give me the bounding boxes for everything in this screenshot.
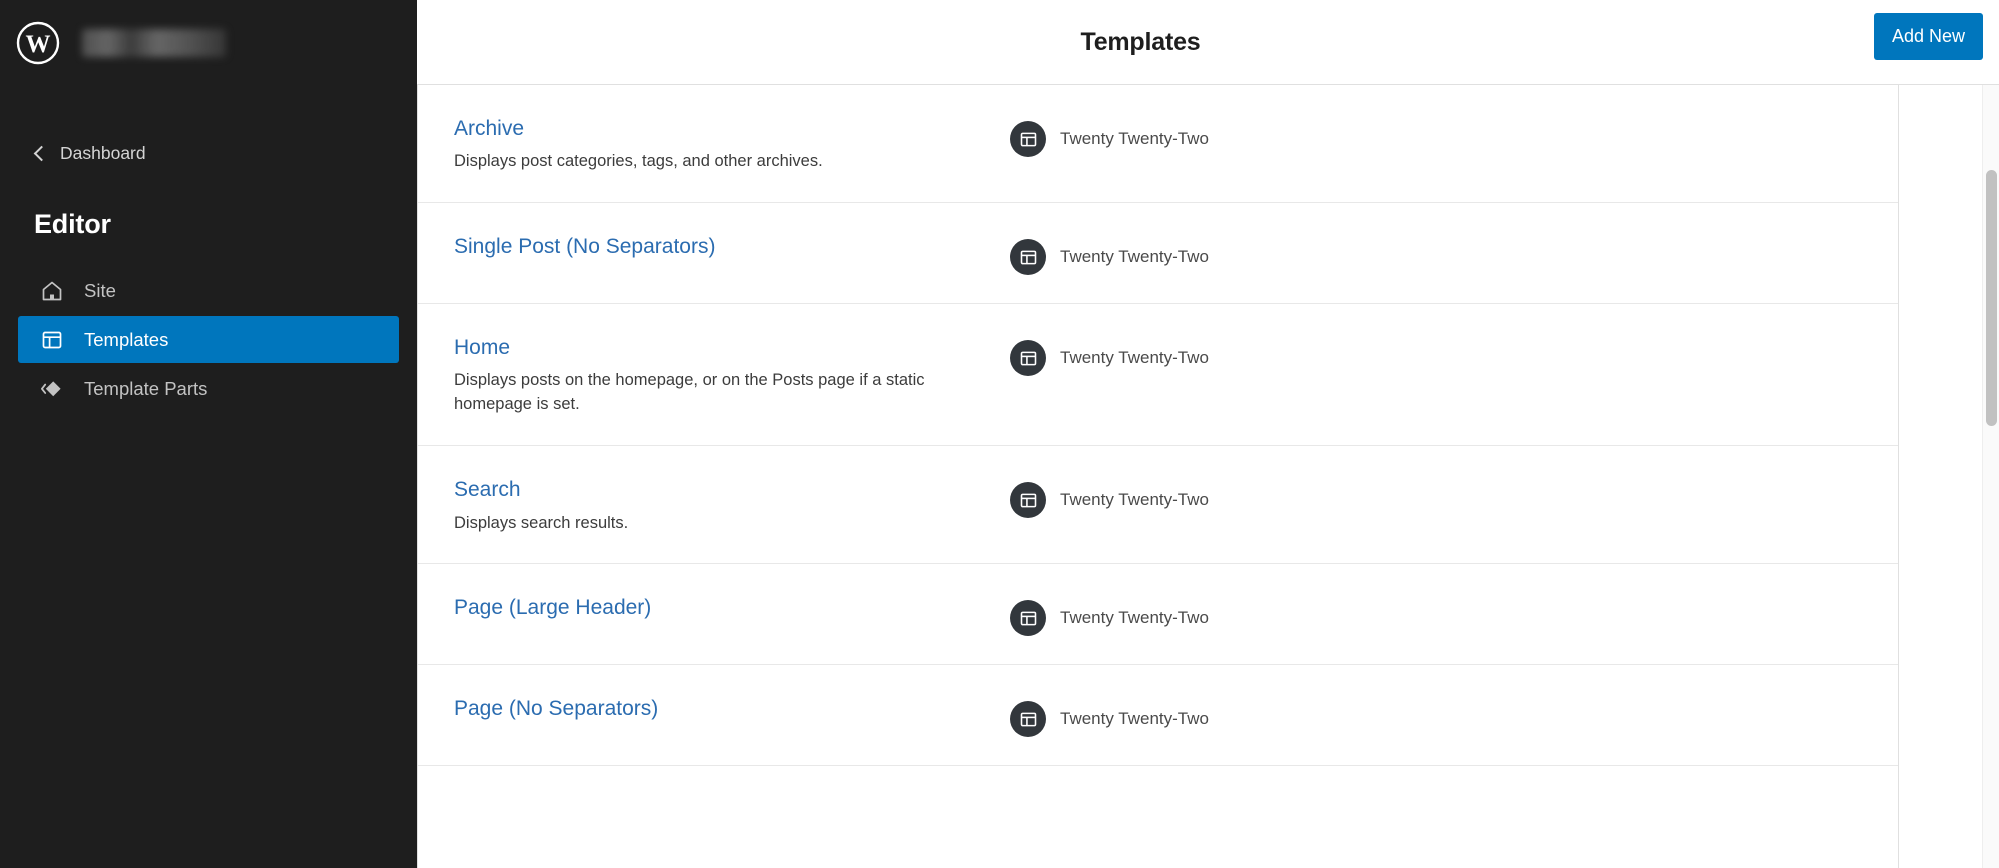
sidebar-nav: Site Templates Template Parts bbox=[0, 267, 417, 412]
template-info: Page (No Separators) bbox=[418, 693, 1010, 722]
theme-template-icon bbox=[1010, 239, 1046, 276]
editor-heading: Editor bbox=[34, 209, 111, 239]
template-info: Single Post (No Separators) bbox=[418, 231, 1010, 260]
theme-template-icon bbox=[1010, 340, 1046, 377]
list-left-rail bbox=[417, 85, 418, 868]
template-theme: Twenty Twenty-Two bbox=[1010, 474, 1209, 519]
theme-template-icon bbox=[1010, 701, 1046, 738]
page-header: Templates Add New bbox=[417, 0, 1999, 85]
site-editor-screen: W Dashboard Editor Site Templates Templa… bbox=[0, 0, 1999, 868]
chevron-left-icon bbox=[33, 145, 50, 161]
templates-content-area: Archive Displays post categories, tags, … bbox=[417, 85, 1999, 868]
sidebar-item-label: Templates bbox=[84, 328, 169, 350]
sidebar-item-label: Site bbox=[84, 279, 116, 301]
sidebar-item-templates[interactable]: Templates bbox=[18, 316, 399, 363]
template-description: Displays posts on the homepage, or on th… bbox=[454, 371, 925, 414]
template-layout-icon bbox=[40, 328, 64, 352]
theme-name: Twenty Twenty-Two bbox=[1060, 348, 1209, 368]
template-theme: Twenty Twenty-Two bbox=[1010, 693, 1209, 738]
template-title-link[interactable]: Page (No Separators) bbox=[454, 696, 658, 722]
templates-list-wrap: Archive Displays post categories, tags, … bbox=[417, 85, 1899, 868]
table-row[interactable]: Archive Displays post categories, tags, … bbox=[418, 85, 1898, 204]
table-row[interactable]: Home Displays posts on the homepage, or … bbox=[418, 304, 1898, 447]
site-name-redacted bbox=[82, 28, 226, 57]
templates-list: Archive Displays post categories, tags, … bbox=[417, 85, 1898, 767]
theme-name: Twenty Twenty-Two bbox=[1060, 709, 1209, 729]
template-description: Displays post categories, tags, and othe… bbox=[454, 152, 823, 171]
template-parts-icon bbox=[40, 377, 64, 401]
theme-name: Twenty Twenty-Two bbox=[1060, 247, 1209, 267]
editor-sidebar: W Dashboard Editor Site Templates Templa… bbox=[0, 0, 417, 868]
template-info: Home Displays posts on the homepage, or … bbox=[418, 332, 1010, 417]
template-info: Search Displays search results. bbox=[418, 474, 1010, 535]
theme-template-icon bbox=[1010, 600, 1046, 637]
table-row[interactable]: Search Displays search results. Twenty T… bbox=[418, 446, 1898, 565]
table-row[interactable]: Page (Large Header) Twenty Twenty-Two bbox=[418, 564, 1898, 666]
right-gutter bbox=[1899, 85, 1999, 868]
theme-template-icon bbox=[1010, 121, 1046, 157]
add-new-button[interactable]: Add New bbox=[1873, 13, 1983, 60]
sidebar-item-site[interactable]: Site bbox=[18, 267, 399, 314]
vertical-scrollbar[interactable] bbox=[1982, 85, 1999, 868]
page-title: Templates bbox=[1080, 27, 1201, 56]
template-title-link[interactable]: Page (Large Header) bbox=[454, 595, 651, 621]
template-title-link[interactable]: Home bbox=[454, 335, 510, 361]
sidebar-item-label: Template Parts bbox=[84, 377, 208, 399]
theme-name: Twenty Twenty-Two bbox=[1060, 490, 1209, 510]
sidebar-item-template-parts[interactable]: Template Parts bbox=[18, 365, 399, 412]
template-theme: Twenty Twenty-Two bbox=[1010, 592, 1209, 637]
theme-template-icon bbox=[1010, 482, 1046, 519]
theme-name: Twenty Twenty-Two bbox=[1060, 608, 1209, 628]
main-panel: Templates Add New Archive Displays post … bbox=[417, 0, 1999, 868]
template-description: Displays search results. bbox=[454, 513, 629, 532]
template-title-link[interactable]: Single Post (No Separators) bbox=[454, 234, 715, 260]
dashboard-back-link[interactable]: Dashboard bbox=[0, 133, 417, 173]
template-theme: Twenty Twenty-Two bbox=[1010, 231, 1209, 276]
dashboard-label: Dashboard bbox=[60, 142, 146, 163]
scrollbar-thumb[interactable] bbox=[1986, 170, 1997, 426]
template-title-link[interactable]: Archive bbox=[454, 116, 524, 142]
template-info: Page (Large Header) bbox=[418, 592, 1010, 621]
home-icon bbox=[40, 279, 64, 303]
sidebar-header: W bbox=[0, 0, 417, 85]
template-theme: Twenty Twenty-Two bbox=[1010, 113, 1209, 157]
wordpress-logo-icon[interactable]: W bbox=[16, 21, 60, 65]
template-title-link[interactable]: Search bbox=[454, 477, 521, 503]
svg-text:W: W bbox=[26, 31, 51, 58]
template-theme: Twenty Twenty-Two bbox=[1010, 332, 1209, 377]
table-row[interactable]: Page (No Separators) Twenty Twenty-Two bbox=[418, 665, 1898, 767]
template-info: Archive Displays post categories, tags, … bbox=[418, 113, 1010, 174]
theme-name: Twenty Twenty-Two bbox=[1060, 129, 1209, 148]
table-row[interactable]: Single Post (No Separators) Twenty Twent… bbox=[418, 203, 1898, 305]
